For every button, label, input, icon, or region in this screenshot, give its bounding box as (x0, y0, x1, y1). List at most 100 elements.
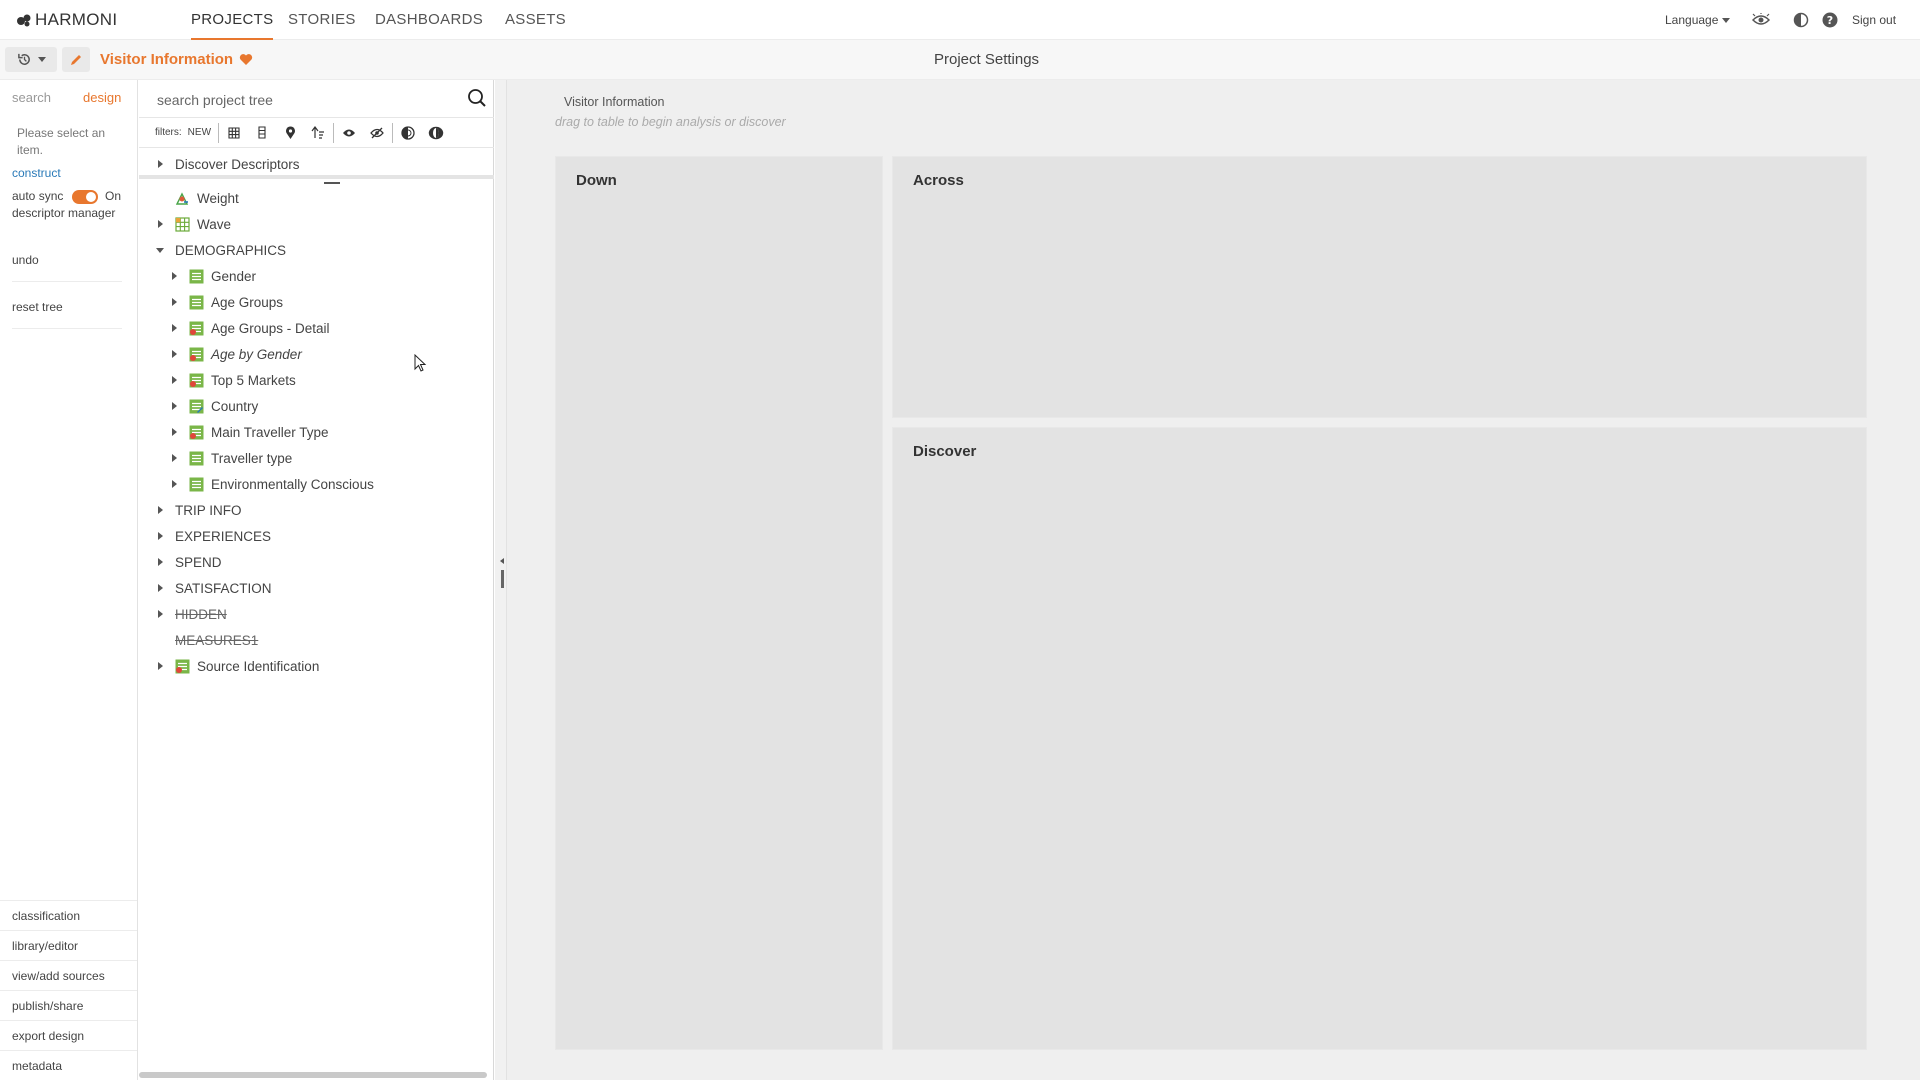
expand-arrow-icon[interactable] (153, 157, 167, 171)
tree-node-spend[interactable]: SPEND (153, 551, 222, 573)
eye-icon[interactable] (1752, 11, 1770, 29)
pencil-icon (71, 54, 81, 65)
tree-node-environmentally-conscious[interactable]: Environmentally Conscious (167, 473, 374, 495)
logo-icon (17, 14, 31, 27)
list-icon (189, 451, 204, 466)
tree-node-traveller-type[interactable]: Traveller type (167, 447, 292, 469)
nav-dashboards[interactable]: DASHBOARDS (375, 11, 483, 28)
expand-arrow-icon[interactable] (167, 321, 181, 335)
history-button[interactable] (5, 47, 57, 72)
filter-contrast-icon[interactable] (422, 122, 450, 144)
tree-node-wave[interactable]: Wave (153, 213, 231, 235)
expand-arrow-icon[interactable] (153, 503, 167, 517)
search-icon[interactable] (467, 88, 487, 108)
expand-arrow-icon[interactable] (153, 529, 167, 543)
tree-node-label: SATISFACTION (175, 580, 272, 596)
filter-show-icon[interactable] (335, 122, 363, 144)
nav-stories[interactable]: STORIES (288, 11, 356, 28)
classification-link[interactable]: classification (0, 900, 137, 930)
tree-node-satisfaction[interactable]: SATISFACTION (153, 577, 272, 599)
across-dropzone[interactable]: Across (892, 156, 1867, 418)
tree-node-hidden[interactable]: HIDDEN (153, 603, 227, 625)
tree-node-label: Weight (197, 190, 239, 206)
expand-arrow-icon[interactable] (167, 347, 181, 361)
expand-arrow-icon[interactable] (167, 269, 181, 283)
tree-node-label: Source Identification (197, 658, 320, 674)
tree-node-demographics[interactable]: DEMOGRAPHICS (153, 239, 286, 261)
tree-search-input[interactable] (157, 89, 457, 111)
tree-node-experiences[interactable]: EXPERIENCES (153, 525, 271, 547)
tree-node-label: Country (211, 398, 259, 414)
expand-arrow-icon[interactable] (167, 477, 181, 491)
help-icon[interactable]: ? (1821, 11, 1839, 29)
down-dropzone[interactable]: Down (555, 156, 883, 1050)
expand-arrow-icon[interactable] (153, 581, 167, 595)
reset-tree-button[interactable]: reset tree (12, 300, 122, 329)
panel-splitter[interactable] (495, 80, 507, 1080)
tab-design[interactable]: design (83, 90, 121, 105)
publish-share-link[interactable]: publish/share (0, 990, 137, 1020)
tree-node-main-traveller-type[interactable]: Main Traveller Type (167, 421, 329, 443)
export-design-link[interactable]: export design (0, 1020, 137, 1050)
expand-arrow-icon[interactable] (153, 607, 167, 621)
expand-arrow-icon[interactable] (153, 555, 167, 569)
expand-arrow-icon[interactable] (153, 659, 167, 673)
view-add-sources-link[interactable]: view/add sources (0, 960, 137, 990)
tree-node-measures1[interactable]: MEASURES1 (153, 629, 258, 651)
mouse-cursor-icon (414, 354, 427, 372)
nav-assets[interactable]: ASSETS (505, 11, 566, 28)
collapse-left-icon[interactable] (500, 558, 504, 564)
language-dropdown[interactable]: Language (1665, 13, 1731, 27)
expand-arrow-icon[interactable] (167, 425, 181, 439)
auto-sync-toggle[interactable] (72, 190, 98, 204)
library-editor-link[interactable]: library/editor (0, 930, 137, 960)
tree-node-weight[interactable]: Weight (153, 187, 239, 209)
tree-node-source-identification[interactable]: Source Identification (153, 655, 319, 677)
divider (333, 122, 335, 143)
edit-button[interactable] (62, 47, 90, 72)
tree-node-label: Age Groups - Detail (211, 320, 330, 336)
expand-arrow-icon[interactable] (167, 295, 181, 309)
tab-search[interactable]: search (12, 90, 51, 105)
filters-label: filters: (155, 127, 182, 138)
filter-location-icon[interactable] (276, 122, 304, 144)
tree-node-label: Age by Gender (211, 346, 302, 362)
expand-arrow-icon[interactable] (153, 217, 167, 231)
expand-arrow-icon[interactable] (167, 399, 181, 413)
horizontal-scrollbar[interactable] (139, 1072, 487, 1078)
expand-arrow-icon[interactable] (167, 451, 181, 465)
discover-descriptors-node[interactable]: Discover Descriptors (153, 153, 300, 175)
filter-grid-icon[interactable] (220, 122, 248, 144)
filter-hide-icon[interactable] (363, 122, 391, 144)
tree-node-age-by-gender[interactable]: Age by Gender (167, 343, 302, 365)
signout-link[interactable]: Sign out (1852, 13, 1896, 27)
discover-dropzone[interactable]: Discover (892, 427, 1867, 1050)
metadata-link[interactable]: metadata (0, 1050, 137, 1080)
undo-button[interactable]: undo (12, 253, 122, 282)
construct-link[interactable]: construct (12, 166, 61, 180)
tree-node-age-groups-detail[interactable]: Age Groups - Detail (167, 317, 330, 339)
descriptor-manager-link[interactable]: descriptor manager (12, 206, 115, 220)
tree-node-gender[interactable]: Gender (167, 265, 256, 287)
filter-sort-icon[interactable] (304, 122, 332, 144)
collapse-arrow-icon[interactable] (153, 243, 167, 257)
filter-half-circle-icon[interactable] (394, 122, 422, 144)
tree-node-trip-info[interactable]: TRIP INFO (153, 499, 242, 521)
project-tree-panel: filters: NEW Discover Descriptors Weight… (139, 80, 494, 1080)
tree-node-country[interactable]: Country (167, 395, 258, 417)
divider (392, 122, 394, 143)
tree-root-node[interactable]: Discover Descriptors (139, 149, 494, 184)
heart-icon[interactable] (239, 53, 253, 66)
splitter-handle[interactable] (501, 570, 504, 588)
filter-new-button[interactable]: NEW (188, 127, 211, 138)
filter-column-icon[interactable] (248, 122, 276, 144)
contrast-icon[interactable] (1792, 11, 1810, 29)
nav-projects[interactable]: PROJECTS (191, 11, 274, 40)
expand-arrow-icon[interactable] (167, 373, 181, 387)
tree-node-age-groups[interactable]: Age Groups (167, 291, 283, 313)
harmoni-logo[interactable]: HARMONI (16, 10, 117, 30)
tree-node-top-5-markets[interactable]: Top 5 Markets (167, 369, 296, 391)
top-navigation: HARMONI PROJECTS STORIES DASHBOARDS ASSE… (0, 0, 1920, 40)
